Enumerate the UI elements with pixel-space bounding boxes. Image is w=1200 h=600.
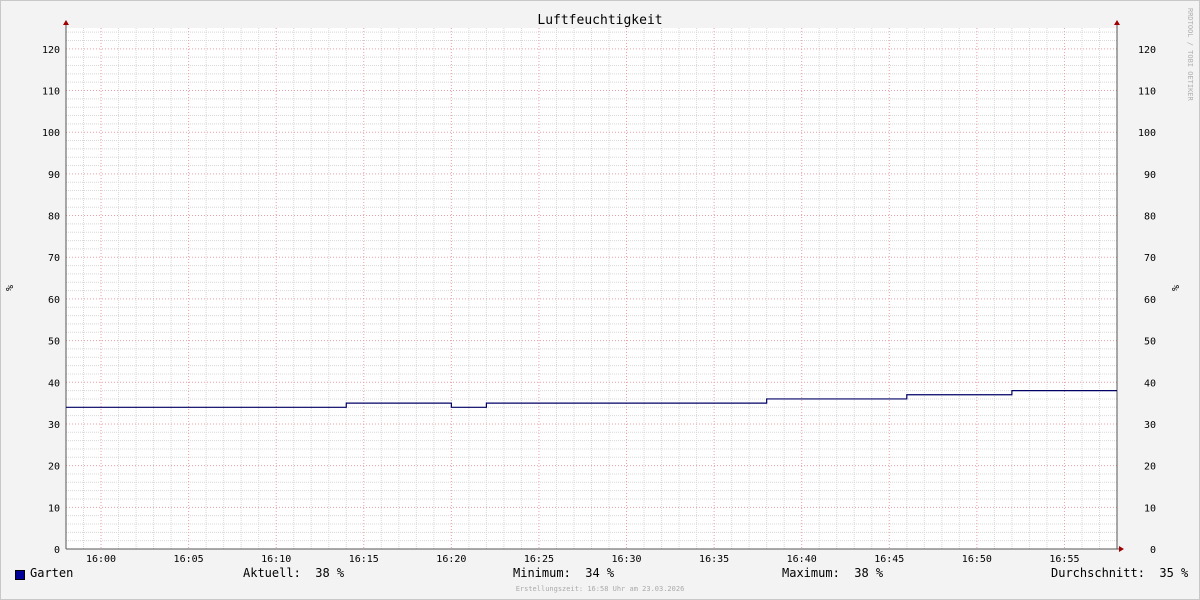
x-axis-arrow: [1119, 546, 1124, 552]
y-tick-label-left: 40: [48, 378, 60, 389]
y-tick-label-left: 60: [48, 295, 60, 306]
chart-title: Luftfeuchtigkeit: [537, 13, 662, 28]
chart: 0 0 10 10 20 20 30 30 40 40 50 50 60 60 70 70 80 80 90 90 10…: [5, 8, 1194, 565]
x-tick-label: 16:15: [349, 554, 379, 565]
y-tick-label-left: 0: [54, 545, 60, 556]
y-tick-label-left: 110: [42, 87, 60, 98]
y-tick-label-left: 50: [48, 337, 60, 348]
y-tick-label-right: 20: [1144, 462, 1156, 473]
y-tick-label-left: 10: [48, 503, 60, 514]
x-tick-label: 16:05: [174, 554, 204, 565]
y-tick-label-left: 120: [42, 45, 60, 56]
legend-series-name: Garten: [30, 566, 74, 580]
legend: Garten Aktuell: 38 % Minimum: 34 % Maxim…: [0, 566, 1200, 584]
y-tick-label-left: 30: [48, 420, 60, 431]
y-tick-label-right: 120: [1138, 45, 1156, 56]
y-tick-label-right: 60: [1144, 295, 1156, 306]
x-tick-label: 16:20: [436, 554, 466, 565]
y-tick-label-right: 0: [1150, 545, 1156, 556]
legend-minimum: Minimum: 34 %: [513, 566, 615, 580]
x-tick-label: 16:25: [524, 554, 554, 565]
y-tick-label-right: 110: [1138, 87, 1156, 98]
y-axis-label-left: %: [5, 285, 16, 291]
y-tick-label-left: 70: [48, 253, 60, 264]
x-tick-label: 16:50: [962, 554, 992, 565]
x-tick-label: 16:40: [787, 554, 817, 565]
y-tick-label-left: 90: [48, 170, 60, 181]
x-tick-label: 16:00: [86, 554, 116, 565]
legend-maximum: Maximum: 38 %: [782, 566, 884, 580]
y-tick-label-right: 10: [1144, 503, 1156, 514]
x-tick-label: 16:55: [1049, 554, 1079, 565]
y-tick-label-right: 100: [1138, 128, 1156, 139]
y-axis-arrow-right: [1114, 20, 1120, 25]
legend-average: Durchschnitt: 35 %: [1051, 566, 1189, 580]
y-tick-label-right: 80: [1144, 212, 1156, 223]
y-tick-label-right: 30: [1144, 420, 1156, 431]
legend-swatch: [15, 570, 25, 580]
x-tick-label: 16:30: [611, 554, 641, 565]
x-tick-label: 16:45: [874, 554, 904, 565]
footer-timestamp: Erstellungszeit: 16:58 Uhr am 23.03.2026: [515, 585, 685, 593]
y-tick-label-right: 40: [1144, 378, 1156, 389]
y-tick-label-left: 80: [48, 212, 60, 223]
grid: [65, 28, 1118, 549]
y-tick-label-right: 70: [1144, 253, 1156, 264]
x-tick-label: 16:10: [261, 554, 291, 565]
legend-current: Aktuell: 38 %: [243, 566, 345, 580]
y-axis-label-right: %: [1171, 285, 1182, 291]
y-tick-label-right: 90: [1144, 170, 1156, 181]
y-tick-label-left: 20: [48, 462, 60, 473]
x-tick-label: 16:35: [699, 554, 729, 565]
y-axis-arrow-left: [63, 20, 69, 25]
y-tick-label-left: 100: [42, 128, 60, 139]
watermark: RRDTOOL / TOBI OETIKER: [1186, 8, 1194, 102]
y-tick-label-right: 50: [1144, 337, 1156, 348]
